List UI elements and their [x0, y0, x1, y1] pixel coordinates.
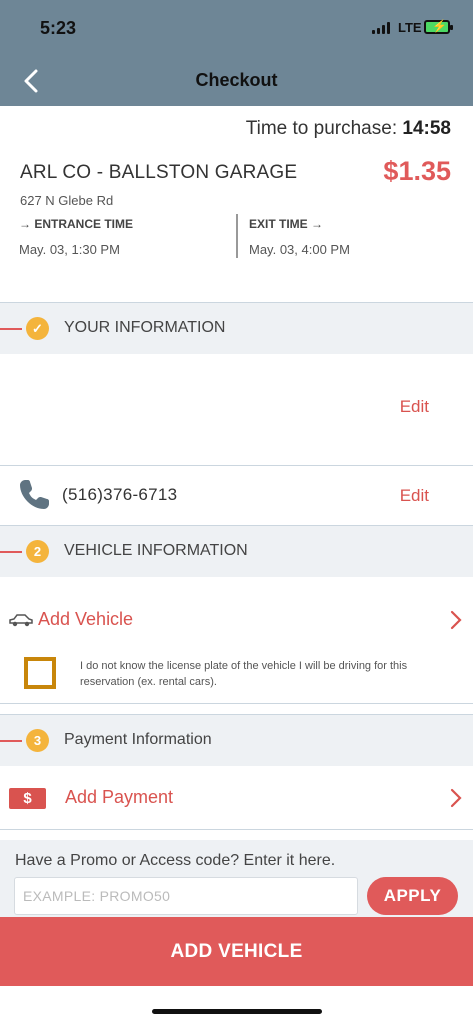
divider	[0, 703, 473, 704]
section-title: Payment Information	[64, 731, 212, 748]
status-bar: 5:23 LTE ⚡	[0, 0, 473, 56]
phone-icon	[20, 480, 49, 509]
price: $1.35	[383, 156, 451, 186]
step-badge: 2	[26, 540, 49, 563]
check-icon: ✓	[26, 317, 49, 340]
unknown-plate-checkbox[interactable]	[24, 657, 56, 689]
section-your-information: ✓ YOUR INFORMATION	[0, 302, 473, 354]
home-indicator	[152, 1009, 322, 1014]
divider	[0, 465, 473, 466]
timer-value: 14:58	[402, 118, 451, 139]
section-title: YOUR INFORMATION	[64, 319, 226, 336]
add-vehicle-link[interactable]: Add Vehicle	[38, 609, 133, 630]
section-payment-information: 3 Payment Information	[0, 714, 473, 766]
step-line	[0, 328, 22, 330]
promo-label: Have a Promo or Access code? Enter it he…	[15, 852, 336, 869]
signal-icon	[372, 22, 390, 34]
timer-label: Time to purchase:	[245, 118, 398, 139]
add-vehicle-button[interactable]: ADD VEHICLE	[0, 917, 473, 986]
time-divider	[236, 214, 238, 258]
unknown-plate-label: I do not know the license plate of the v…	[80, 660, 408, 688]
step-line	[0, 740, 22, 742]
edit-info-button[interactable]: Edit	[400, 397, 429, 417]
step-badge: 3	[26, 729, 49, 752]
nav-bar: Checkout	[0, 56, 473, 106]
edit-phone-button[interactable]: Edit	[400, 486, 429, 506]
dollar-icon: $	[9, 788, 46, 809]
add-payment-link[interactable]: Add Payment	[65, 787, 173, 808]
battery-icon: ⚡	[424, 19, 453, 34]
status-time: 5:23	[40, 18, 77, 38]
step-line	[0, 551, 22, 553]
chevron-right-icon[interactable]	[449, 787, 463, 809]
network-type: LTE	[398, 20, 422, 35]
entrance-time-label: → ENTRANCE TIME	[19, 217, 133, 231]
entrance-time-value: May. 03, 1:30 PM	[19, 242, 120, 257]
car-icon	[9, 614, 33, 627]
purchase-timer: Time to purchase: 14:58	[246, 118, 451, 140]
garage-name: ARL CO - BALLSTON GARAGE	[20, 162, 298, 183]
section-vehicle-information: 2 VEHICLE INFORMATION	[0, 525, 473, 577]
section-title: VEHICLE INFORMATION	[64, 542, 248, 559]
apply-button[interactable]: APPLY	[367, 877, 458, 915]
garage-address: 627 N Glebe Rd	[20, 193, 114, 208]
promo-code-input[interactable]	[14, 877, 358, 915]
chevron-right-icon[interactable]	[449, 609, 463, 631]
exit-time-label: EXIT TIME →	[249, 217, 324, 231]
phone-number: (516)376-6713	[62, 485, 178, 504]
page-title: Checkout	[195, 70, 278, 90]
exit-time-value: May. 03, 4:00 PM	[249, 242, 350, 257]
divider	[0, 829, 473, 830]
